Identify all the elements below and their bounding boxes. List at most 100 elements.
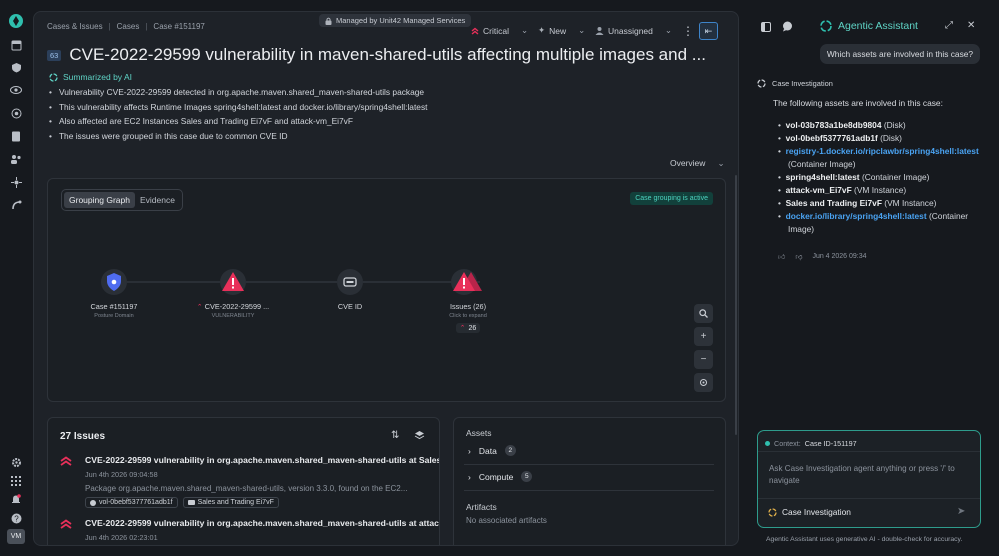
asset-name: vol-03b783a1be8db9804	[785, 120, 882, 130]
asset-type: (Disk)	[880, 133, 902, 144]
user-icon	[595, 27, 604, 35]
chat-bubble-icon[interactable]	[782, 21, 793, 35]
chat-input[interactable]: Ask Case Investigation agent anything or…	[769, 463, 969, 487]
graph-node-issues[interactable]: Issues (26) Click to expand ⌃ 26	[423, 268, 513, 333]
eye-icon[interactable]	[9, 83, 23, 97]
network-icon[interactable]	[9, 175, 23, 189]
node-label-row: ⌃ CVE-2022-29599 ...	[188, 302, 278, 311]
agent-selector[interactable]: Case Investigation	[768, 507, 851, 517]
page-title: CVE-2022-29599 vulnerability in maven-sh…	[69, 45, 706, 64]
thumbs-down-icon[interactable]: 👎︎	[795, 252, 802, 261]
collapse-panel-button[interactable]: ⇤	[699, 22, 718, 40]
asset-type: (Container Image)	[861, 171, 930, 182]
user-avatar[interactable]: VM	[7, 529, 25, 544]
assignee-dropdown[interactable]: Unassigned ⌄	[595, 25, 672, 36]
critical-chevrons-icon: ⌃	[459, 325, 466, 332]
automation-icon[interactable]	[9, 198, 23, 212]
managed-label: Managed by Unit42 Managed Services	[336, 16, 466, 25]
issue-count: 26	[468, 324, 477, 332]
status-dropdown[interactable]: ✦ New ⌄	[538, 25, 585, 36]
close-icon[interactable]: ✕	[967, 20, 975, 31]
cortex-logo-icon[interactable]	[8, 13, 24, 29]
send-icon[interactable]: ➤	[957, 506, 965, 517]
status-icon: ✦	[538, 25, 546, 35]
issue-title[interactable]: CVE-2022-29599 vulnerability in org.apac…	[85, 518, 439, 528]
sort-icon[interactable]: ⇅	[391, 430, 399, 441]
breadcrumb-item[interactable]: Case #151197	[153, 22, 204, 31]
asset-list: • vol-03b783a1be8db9804 (Disk) • vol-0be…	[778, 119, 988, 235]
asset-link[interactable]: docker.io/library/spring4shell:latest	[786, 211, 927, 221]
managed-services-badge: Managed by Unit42 Managed Services	[319, 14, 472, 27]
grouping-graph-panel: Grouping Graph Evidence Case grouping is…	[47, 178, 726, 402]
asset-chip[interactable]: vol-0bebf5377761adb1f	[85, 497, 178, 508]
crosshair-icon	[700, 379, 707, 386]
graph-node-case[interactable]: Case #151197 Posture Domain	[69, 268, 159, 319]
dashboard-icon[interactable]	[9, 38, 23, 52]
asset-list-item: • Sales and Trading Ei7vF (VM Instance)	[778, 198, 937, 209]
main-scrollbar[interactable]	[735, 175, 737, 435]
expand-icon[interactable]: ⤢	[945, 20, 953, 31]
asset-chip[interactable]: Sales and Trading Ei7vF	[182, 497, 279, 508]
chip-label: Sales and Trading Ei7vF	[197, 499, 274, 506]
target-icon[interactable]	[9, 106, 23, 120]
breadcrumb-item[interactable]: Cases	[117, 22, 140, 31]
issue-title[interactable]: CVE-2022-29599 vulnerability in org.apac…	[85, 455, 439, 465]
chevron-down-icon: ⌄	[578, 25, 586, 35]
notifications-bell-icon[interactable]	[9, 492, 23, 506]
asset-name: vol-0bebf5377761adb1f	[785, 133, 878, 144]
zoom-in-button[interactable]: +	[694, 327, 713, 346]
graph-node-cve-id[interactable]: CVE ID	[305, 268, 395, 311]
agent-response-intro: The following assets are involved in thi…	[773, 98, 943, 108]
issue-timestamp: Jun 4th 2026 02:23:01	[85, 533, 158, 542]
chat-input-box: Context: Case ID-151197 Ask Case Investi…	[757, 430, 981, 528]
help-icon[interactable]: ?	[9, 511, 23, 525]
assistant-header: Agentic Assistant	[820, 20, 918, 32]
fit-view-button[interactable]	[694, 373, 713, 392]
users-icon[interactable]	[9, 152, 23, 166]
agent-icon	[768, 507, 777, 517]
ai-summary-list: Vulnerability CVE-2022-29599 detected in…	[49, 85, 428, 143]
settings-icon[interactable]	[9, 455, 23, 469]
context-dot-icon	[765, 441, 770, 446]
agent-response-header: Case Investigation	[757, 79, 833, 88]
assistant-title: Agentic Assistant	[838, 20, 918, 32]
overview-dropdown[interactable]: Overview ⌄	[670, 158, 725, 169]
summary-bullet: Vulnerability CVE-2022-29599 detected in…	[49, 85, 427, 100]
graph-node-vulnerability[interactable]: ⌃ CVE-2022-29599 ... VULNERABILITY	[188, 268, 278, 319]
context-row: Context: Case ID-151197	[765, 439, 857, 448]
more-options-icon[interactable]: ⋮	[682, 24, 694, 38]
node-label: Issues (26)	[449, 302, 487, 311]
asset-group-data[interactable]: › Data 2	[468, 445, 516, 456]
case-shield-icon	[101, 269, 127, 295]
asset-type: (Container Image)	[788, 158, 856, 169]
chevron-right-icon: ›	[468, 445, 471, 456]
svg-text:?: ?	[14, 514, 19, 523]
critical-chevrons-icon	[471, 27, 479, 35]
divider	[464, 464, 714, 465]
search-icon	[699, 309, 708, 318]
minus-icon: −	[700, 354, 707, 365]
asset-group-compute[interactable]: › Compute 5	[468, 471, 533, 482]
agent-icon	[757, 79, 766, 88]
apps-grid-icon[interactable]	[9, 474, 23, 488]
shield-alert-icon[interactable]	[9, 60, 23, 74]
asset-type: (VM Instance)	[854, 185, 907, 196]
issues-panel-title: 27 Issues	[60, 431, 106, 442]
issue-description: Package org.apache.maven.shared_maven-sh…	[85, 484, 408, 493]
id-card-icon	[337, 269, 363, 295]
agent-name: Case Investigation	[772, 79, 833, 88]
sidebar-toggle-icon[interactable]	[761, 22, 771, 35]
document-icon[interactable]	[9, 129, 23, 143]
breadcrumb-item[interactable]: Cases & Issues	[47, 22, 103, 31]
summary-bullet: This vulnerability affects Runtime Image…	[49, 100, 428, 115]
ai-summary-label: Summarized by AI	[63, 72, 132, 82]
thumbs-up-icon[interactable]: 👍︎	[778, 252, 785, 261]
asset-link[interactable]: registry-1.docker.io/ripclawbr/spring4sh…	[786, 146, 979, 156]
layers-icon[interactable]	[414, 430, 425, 444]
zoom-out-button[interactable]: −	[694, 350, 713, 369]
critical-chevrons-icon: ⌃	[196, 304, 203, 311]
disk-icon	[90, 499, 96, 506]
graph-search-button[interactable]	[694, 304, 713, 323]
severity-dropdown[interactable]: Critical ⌄	[471, 25, 528, 36]
asset-list-item: • vol-0bebf5377761adb1f (Disk)	[778, 133, 902, 144]
